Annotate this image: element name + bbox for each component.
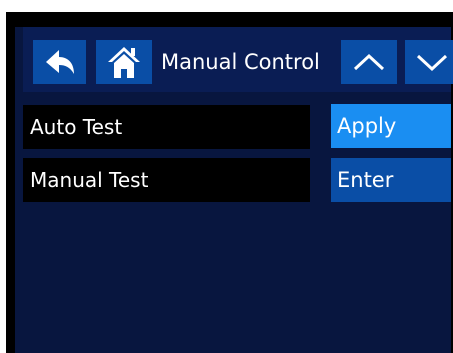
chevron-down-icon [415,52,449,72]
back-button[interactable] [33,40,86,84]
device-screen: Manual Control Auto Test Apply Manual Te… [6,12,453,353]
chevron-up-icon [352,52,386,72]
top-bar: Manual Control [23,27,453,92]
page-title: Manual Control [161,50,320,74]
back-arrow-icon [44,47,76,77]
scroll-down-button[interactable] [405,40,453,84]
manual-test-label: Manual Test [23,158,310,202]
main-panel: Manual Control Auto Test Apply Manual Te… [15,27,453,353]
apply-button[interactable]: Apply [331,104,451,148]
auto-test-label: Auto Test [23,105,310,149]
enter-button[interactable]: Enter [331,158,451,202]
scroll-up-button[interactable] [341,40,397,84]
home-button[interactable] [96,40,152,84]
home-icon [106,44,142,80]
